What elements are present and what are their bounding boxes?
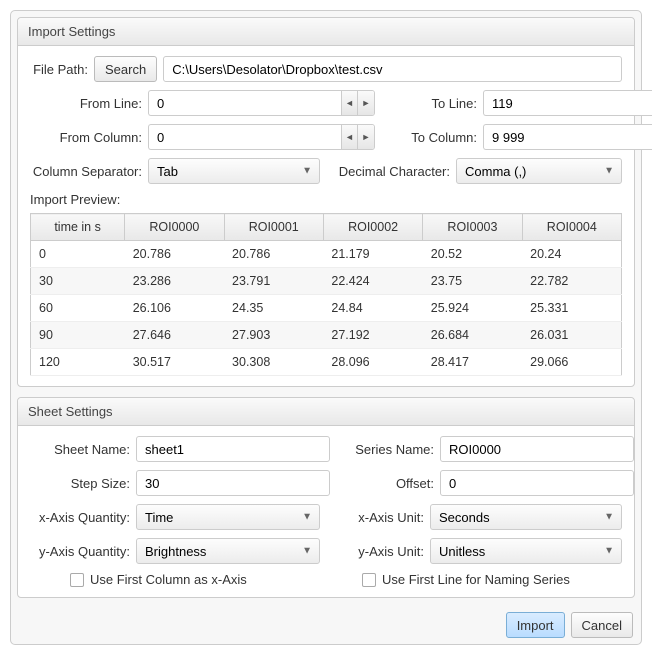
file-path-label: File Path:	[30, 62, 88, 77]
import-preview-label: Import Preview:	[30, 192, 622, 207]
table-cell: 25.331	[522, 295, 621, 322]
table-cell: 20.52	[423, 241, 522, 268]
table-cell: 26.106	[125, 295, 224, 322]
step-size-label: Step Size:	[30, 476, 130, 491]
table-cell: 30.517	[125, 349, 224, 376]
x-unit-label: x-Axis Unit:	[332, 510, 424, 525]
from-column-down[interactable]: ◄	[342, 125, 358, 149]
import-settings-panel: Import Settings File Path: Search From L…	[17, 17, 635, 387]
series-name-label: Series Name:	[342, 442, 434, 457]
table-row: 12030.51730.30828.09628.41729.066	[31, 349, 622, 376]
table-cell: 27.646	[125, 322, 224, 349]
table-cell: 30.308	[224, 349, 323, 376]
use-first-line-checkbox[interactable]	[362, 573, 376, 587]
x-unit-select[interactable]: Seconds	[430, 504, 622, 530]
to-line-input[interactable]	[483, 90, 652, 116]
table-row: 6026.10624.3524.8425.92425.331	[31, 295, 622, 322]
cancel-button[interactable]: Cancel	[571, 612, 633, 638]
table-row: 3023.28623.79122.42423.7522.782	[31, 268, 622, 295]
table-header[interactable]: time in s	[31, 214, 125, 241]
import-dialog: Import Settings File Path: Search From L…	[10, 10, 642, 645]
table-cell: 30	[31, 268, 125, 295]
table-cell: 28.096	[323, 349, 422, 376]
table-cell: 25.924	[423, 295, 522, 322]
decimal-char-label: Decimal Character:	[332, 164, 450, 179]
series-name-input[interactable]	[440, 436, 634, 462]
to-line-label: To Line:	[387, 96, 477, 111]
table-cell: 26.031	[522, 322, 621, 349]
dialog-footer: Import Cancel	[17, 608, 635, 638]
use-first-column-label: Use First Column as x-Axis	[90, 572, 247, 587]
from-column-label: From Column:	[30, 130, 142, 145]
table-cell: 20.24	[522, 241, 621, 268]
import-settings-header: Import Settings	[18, 18, 634, 46]
table-row: 020.78620.78621.17920.5220.24	[31, 241, 622, 268]
to-column-label: To Column:	[387, 130, 477, 145]
table-cell: 24.35	[224, 295, 323, 322]
from-column-spinner[interactable]: ◄ ►	[148, 124, 375, 150]
search-button[interactable]: Search	[94, 56, 157, 82]
table-cell: 90	[31, 322, 125, 349]
sheet-name-label: Sheet Name:	[30, 442, 130, 457]
from-column-input[interactable]	[148, 124, 341, 150]
table-header[interactable]: ROI0000	[125, 214, 224, 241]
table-cell: 27.903	[224, 322, 323, 349]
table-header[interactable]: ROI0003	[423, 214, 522, 241]
table-cell: 24.84	[323, 295, 422, 322]
y-quantity-label: y-Axis Quantity:	[30, 544, 130, 559]
table-cell: 28.417	[423, 349, 522, 376]
table-cell: 23.75	[423, 268, 522, 295]
import-button[interactable]: Import	[506, 612, 565, 638]
table-cell: 23.286	[125, 268, 224, 295]
offset-label: Offset:	[342, 476, 434, 491]
from-line-label: From Line:	[30, 96, 142, 111]
table-cell: 0	[31, 241, 125, 268]
from-line-up[interactable]: ►	[358, 91, 374, 115]
y-unit-select[interactable]: Unitless	[430, 538, 622, 564]
x-quantity-label: x-Axis Quantity:	[30, 510, 130, 525]
sheet-settings-header: Sheet Settings	[18, 398, 634, 426]
decimal-char-select[interactable]: Comma (,)	[456, 158, 622, 184]
offset-input[interactable]	[440, 470, 634, 496]
use-first-line-label: Use First Line for Naming Series	[382, 572, 570, 587]
file-path-input[interactable]	[163, 56, 622, 82]
table-header[interactable]: ROI0002	[323, 214, 422, 241]
to-column-input[interactable]	[483, 124, 652, 150]
table-cell: 120	[31, 349, 125, 376]
table-cell: 20.786	[224, 241, 323, 268]
table-cell: 29.066	[522, 349, 621, 376]
table-header[interactable]: ROI0004	[522, 214, 621, 241]
table-cell: 26.684	[423, 322, 522, 349]
column-separator-select[interactable]: Tab	[148, 158, 320, 184]
table-cell: 22.424	[323, 268, 422, 295]
to-column-spinner[interactable]: ◄ ►	[483, 124, 652, 150]
step-size-input[interactable]	[136, 470, 330, 496]
table-row: 9027.64627.90327.19226.68426.031	[31, 322, 622, 349]
sheet-settings-panel: Sheet Settings Sheet Name: Series Name: …	[17, 397, 635, 598]
column-separator-label: Column Separator:	[30, 164, 142, 179]
table-header[interactable]: ROI0001	[224, 214, 323, 241]
table-cell: 20.786	[125, 241, 224, 268]
from-line-input[interactable]	[148, 90, 341, 116]
use-first-column-checkbox[interactable]	[70, 573, 84, 587]
import-preview-table: time in sROI0000ROI0001ROI0002ROI0003ROI…	[30, 213, 622, 376]
from-column-up[interactable]: ►	[358, 125, 374, 149]
table-cell: 27.192	[323, 322, 422, 349]
table-cell: 22.782	[522, 268, 621, 295]
table-cell: 60	[31, 295, 125, 322]
y-quantity-select[interactable]: Brightness	[136, 538, 320, 564]
sheet-name-input[interactable]	[136, 436, 330, 462]
y-unit-label: y-Axis Unit:	[332, 544, 424, 559]
from-line-down[interactable]: ◄	[342, 91, 358, 115]
table-cell: 21.179	[323, 241, 422, 268]
x-quantity-select[interactable]: Time	[136, 504, 320, 530]
from-line-spinner[interactable]: ◄ ►	[148, 90, 375, 116]
to-line-spinner[interactable]: ◄ ►	[483, 90, 652, 116]
table-cell: 23.791	[224, 268, 323, 295]
